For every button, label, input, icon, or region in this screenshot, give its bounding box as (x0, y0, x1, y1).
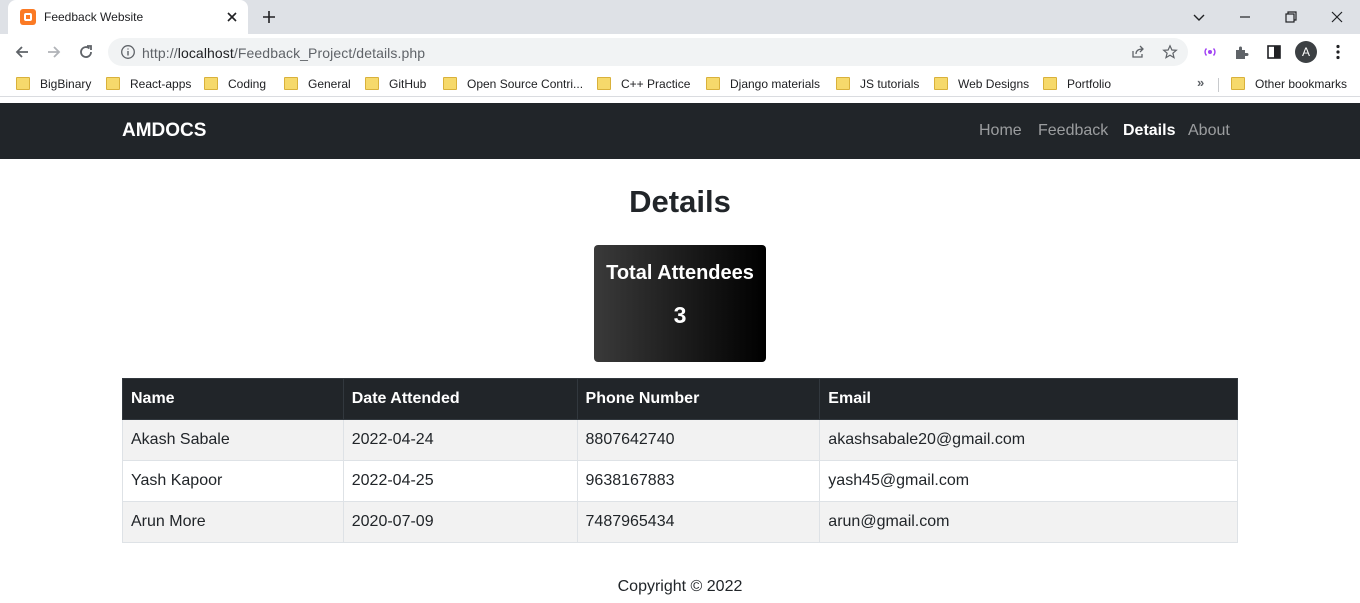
reload-icon[interactable] (76, 42, 96, 62)
table-header-row: Name Date Attended Phone Number Email (122, 378, 1238, 420)
site-navbar: AMDOCS Home Feedback Details About (0, 103, 1360, 159)
folder-icon (204, 77, 218, 90)
column-header-date: Date Attended (342, 378, 578, 420)
tab-title: Feedback Website (44, 10, 144, 24)
footer-copyright: Copyright © 2022 (617, 578, 743, 595)
address-bar[interactable]: http://localhost/Feedback_Project/detail… (108, 38, 1188, 66)
folder-icon (106, 77, 120, 90)
profile-avatar[interactable]: A (1295, 41, 1317, 63)
stat-title: Total Attendees (606, 262, 754, 284)
extensions-puzzle-icon[interactable] (1232, 42, 1252, 62)
nav-home[interactable]: Home (979, 122, 1022, 140)
cell-phone: 9638167883 (576, 460, 821, 502)
cell-email: yash45@gmail.com (819, 460, 1238, 502)
bookmark-folder[interactable]: C++ Practice (597, 76, 690, 92)
folder-icon (284, 77, 298, 90)
menu-kebab-icon[interactable] (1328, 42, 1348, 62)
bookmark-folder[interactable]: Coding (204, 76, 266, 92)
brand-logo[interactable]: AMDOCS (122, 120, 206, 142)
bookmark-folder[interactable]: GitHub (365, 76, 426, 92)
column-header-email: Email (819, 378, 1238, 420)
folder-icon (836, 77, 850, 90)
stat-value: 3 (673, 302, 687, 328)
table-row: Yash Kapoor 2022-04-25 9638167883 yash45… (122, 460, 1238, 502)
media-cast-icon[interactable] (1200, 42, 1220, 62)
browser-toolbar: http://localhost/Feedback_Project/detail… (0, 34, 1360, 71)
cell-name: Yash Kapoor (122, 460, 344, 502)
column-header-name: Name (122, 378, 344, 420)
bookmark-folder[interactable]: BigBinary (16, 76, 91, 92)
nav-details[interactable]: Details (1123, 122, 1175, 140)
cell-name: Arun More (122, 501, 344, 543)
column-header-phone: Phone Number (576, 378, 821, 420)
tab-search-icon[interactable] (1189, 7, 1209, 27)
bookmark-folder[interactable]: Web Designs (934, 76, 1029, 92)
other-bookmarks-folder[interactable]: Other bookmarks (1231, 76, 1347, 92)
attendees-table: Name Date Attended Phone Number Email Ak… (122, 378, 1238, 543)
bookmark-folder[interactable]: Django materials (706, 76, 820, 92)
close-window-icon[interactable] (1327, 7, 1347, 27)
side-panel-icon[interactable] (1264, 42, 1284, 62)
back-arrow-icon[interactable] (12, 42, 32, 62)
bookmarks-divider (1218, 78, 1219, 92)
close-tab-icon[interactable] (224, 9, 240, 25)
folder-icon (365, 77, 379, 90)
bookmark-star-icon[interactable] (1162, 44, 1178, 60)
bookmarks-overflow-icon[interactable]: » (1197, 75, 1204, 90)
bookmark-folder[interactable]: Portfolio (1043, 76, 1111, 92)
cell-date: 2020-07-09 (342, 501, 578, 543)
page-title: Details (629, 184, 731, 219)
folder-icon (1231, 77, 1245, 90)
nav-feedback[interactable]: Feedback (1038, 122, 1108, 140)
folder-icon (597, 77, 611, 90)
folder-icon (16, 77, 30, 90)
folder-icon (1043, 77, 1057, 90)
table-row: Arun More 2020-07-09 7487965434 arun@gma… (122, 501, 1238, 543)
new-tab-icon[interactable] (261, 9, 277, 25)
restore-icon[interactable] (1281, 7, 1301, 27)
bookmark-folder[interactable]: JS tutorials (836, 76, 919, 92)
cell-phone: 8807642740 (576, 419, 821, 461)
forward-arrow-icon[interactable] (44, 42, 64, 62)
cell-phone: 7487965434 (576, 501, 821, 543)
minimize-icon[interactable] (1235, 7, 1255, 27)
folder-icon (934, 77, 948, 90)
total-attendees-card: Total Attendees 3 (594, 245, 766, 362)
folder-icon (443, 77, 457, 90)
browser-tab[interactable]: Feedback Website (8, 0, 248, 34)
cell-email: arun@gmail.com (819, 501, 1238, 543)
cell-name: Akash Sabale (122, 419, 344, 461)
cell-email: akashsabale20@gmail.com (819, 419, 1238, 461)
bookmark-folder[interactable]: Open Source Contri... (443, 76, 583, 92)
bookmark-folder[interactable]: General (284, 76, 351, 92)
cell-date: 2022-04-25 (342, 460, 578, 502)
bookmarks-bar: BigBinary React-apps Coding General GitH… (0, 71, 1360, 97)
tab-strip: Feedback Website (0, 0, 1360, 34)
cell-date: 2022-04-24 (342, 419, 578, 461)
url-text[interactable]: http://localhost/Feedback_Project/detail… (142, 45, 425, 61)
bookmark-folder[interactable]: React-apps (106, 76, 191, 92)
nav-about[interactable]: About (1188, 122, 1230, 140)
folder-icon (706, 77, 720, 90)
table-row: Akash Sabale 2022-04-24 8807642740 akash… (122, 419, 1238, 461)
site-info-icon[interactable] (120, 44, 136, 60)
share-icon[interactable] (1130, 44, 1146, 60)
xampp-favicon-icon (20, 9, 36, 25)
